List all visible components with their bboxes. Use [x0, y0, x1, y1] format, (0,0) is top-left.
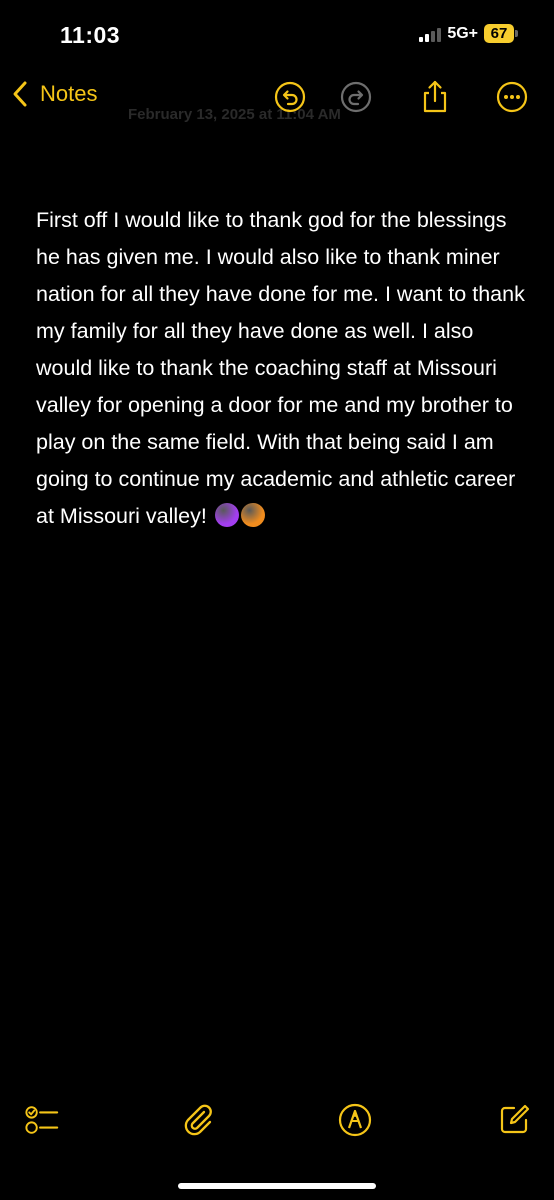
markup-icon [338, 1103, 372, 1137]
markup-button[interactable] [337, 1102, 373, 1138]
more-icon [496, 81, 528, 113]
attach-button[interactable] [180, 1102, 216, 1138]
redo-button[interactable] [339, 80, 373, 114]
note-text: First off I would like to thank god for … [36, 208, 525, 528]
undo-icon [274, 81, 306, 113]
checklist-icon [25, 1106, 59, 1134]
checklist-button[interactable] [24, 1102, 60, 1138]
back-button-label: Notes [40, 81, 98, 106]
compose-icon [500, 1104, 530, 1134]
battery-icon: 67 [484, 24, 518, 43]
share-icon [423, 80, 447, 113]
purple-circle-emoji [214, 503, 239, 527]
status-time: 11:03 [60, 22, 121, 48]
back-button[interactable]: Notes [12, 80, 97, 108]
home-indicator[interactable] [178, 1183, 376, 1189]
battery-level: 67 [484, 24, 514, 43]
undo-button[interactable] [273, 80, 307, 114]
orange-circle-emoji [240, 503, 265, 527]
note-body[interactable]: First off I would like to thank god for … [36, 202, 526, 535]
signal-icon [419, 26, 442, 42]
status-indicators: 5G+ 67 [419, 24, 518, 43]
redo-icon [340, 81, 372, 113]
paperclip-icon [184, 1104, 212, 1136]
share-button[interactable] [418, 80, 452, 114]
chevron-left-icon [13, 81, 27, 107]
more-options-button[interactable] [495, 80, 529, 114]
compose-button[interactable] [496, 1102, 532, 1138]
network-type: 5G+ [447, 24, 478, 42]
